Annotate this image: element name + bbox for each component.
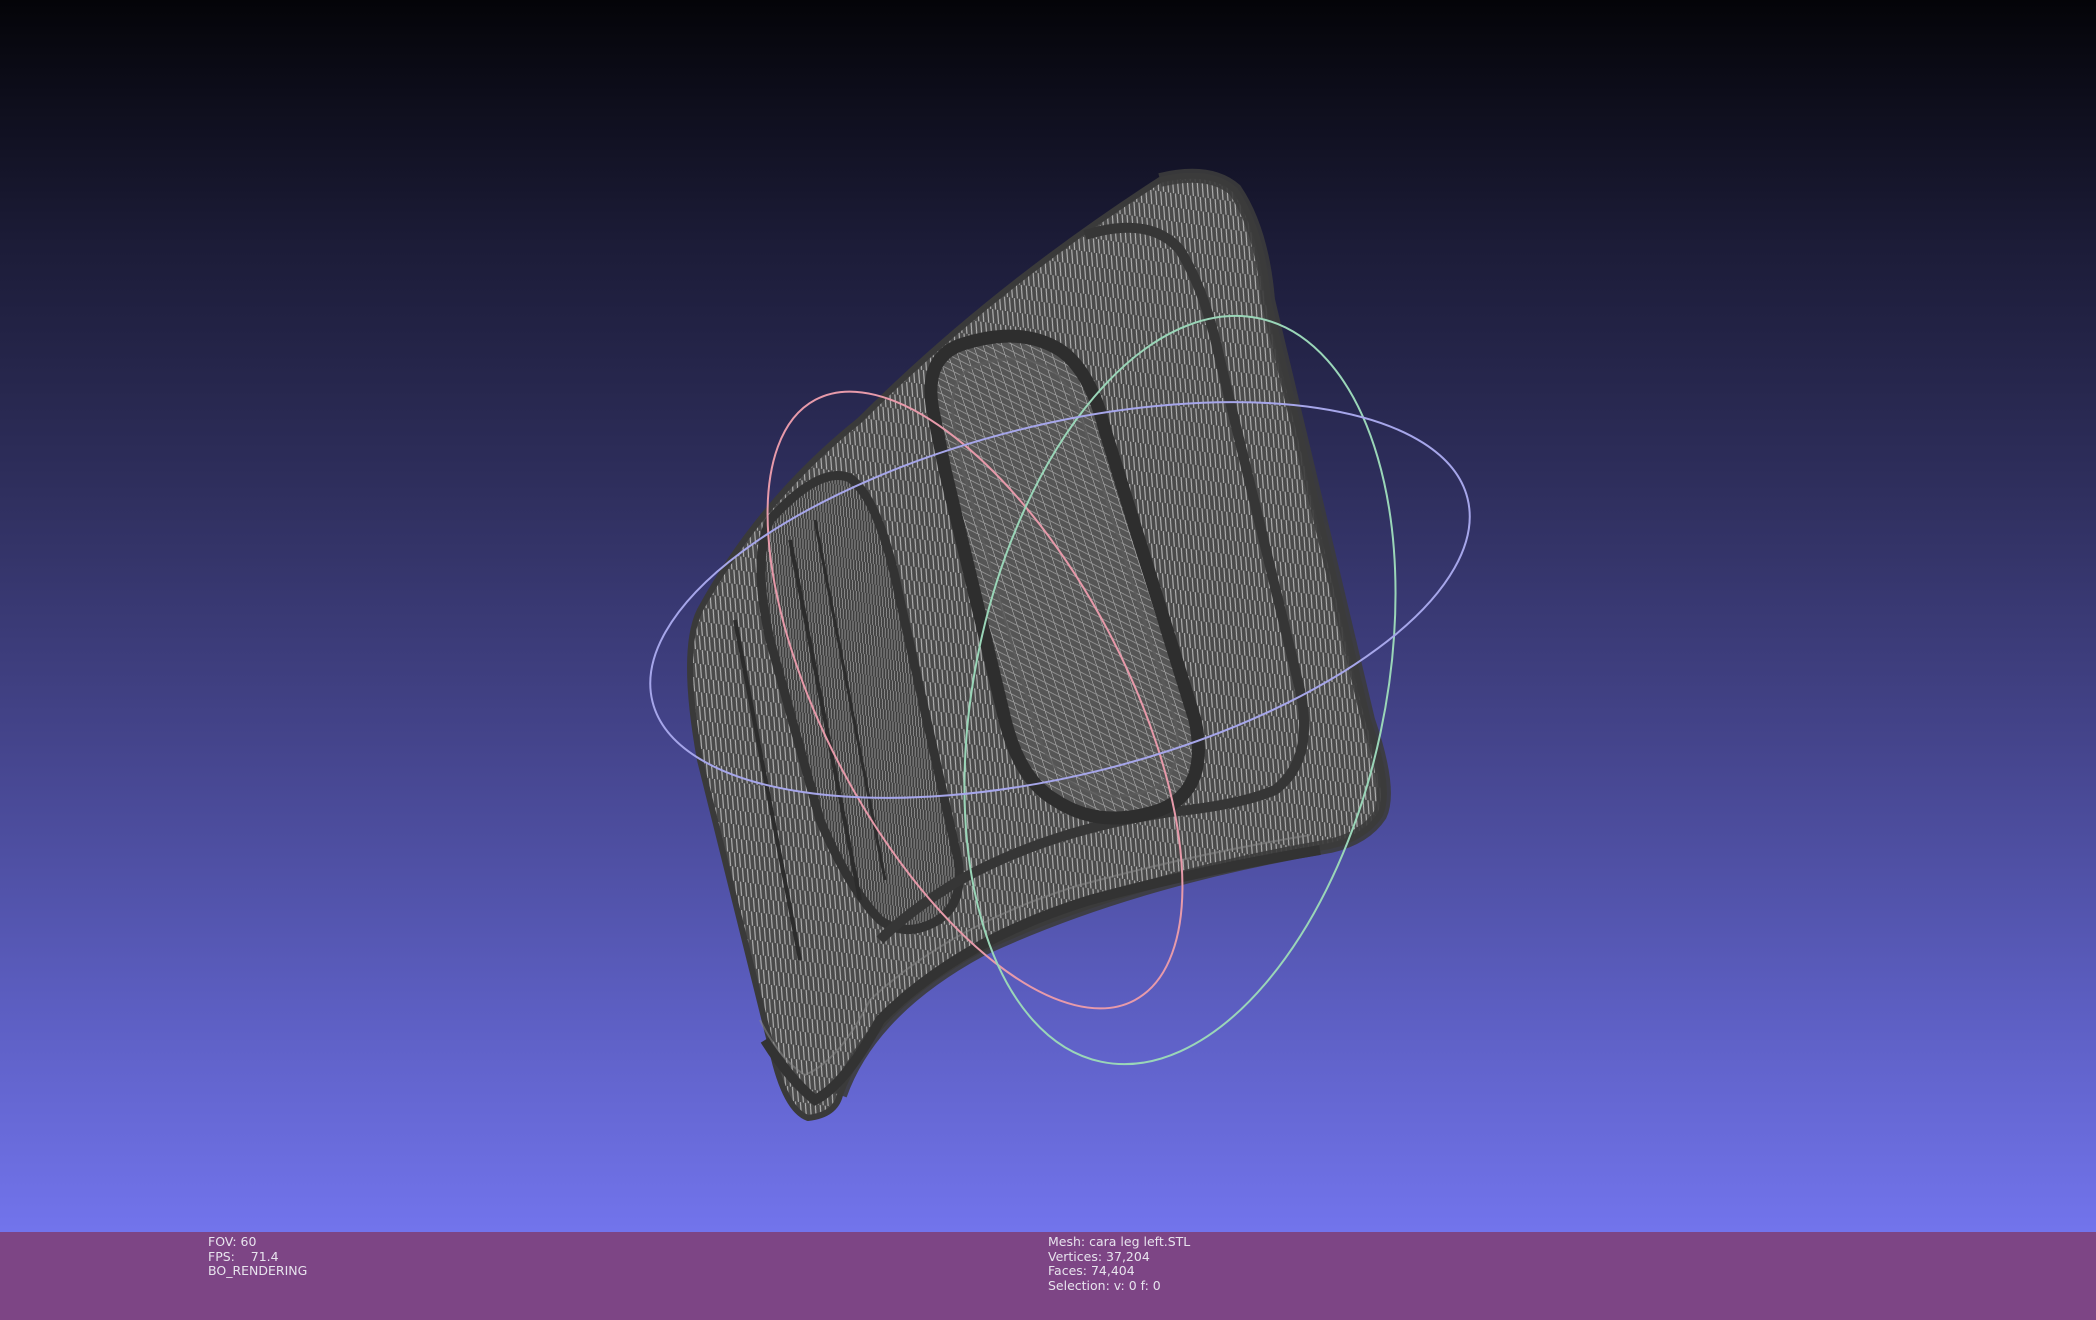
- mesh-shell: [687, 168, 1391, 1122]
- 3d-viewport[interactable]: [0, 0, 2096, 1232]
- fps-label: FPS: 71.4: [208, 1248, 279, 1264]
- render-mode-label: BO_RENDERING: [208, 1263, 308, 1278]
- vertices-label: Vertices: 37,204: [1048, 1248, 1150, 1264]
- faces-label: Faces: 74,404: [1048, 1263, 1135, 1278]
- meshlab-window: FOV: 60 FPS: 71.4 BO_RENDERING Mesh: car…: [0, 0, 2096, 1320]
- fov-label: FOV: 60: [208, 1234, 257, 1249]
- selection-label: Selection: v: 0 f: 0: [1048, 1277, 1161, 1293]
- mesh-info: Mesh: cara leg left.STL Vertices: 37,204…: [1048, 1234, 1191, 1293]
- mesh-name-label: Mesh: cara leg left.STL: [1048, 1234, 1191, 1249]
- status-overlay: FOV: 60 FPS: 71.4 BO_RENDERING Mesh: car…: [0, 1232, 2096, 1320]
- render-info: FOV: 60 FPS: 71.4 BO_RENDERING: [208, 1234, 308, 1279]
- mesh-render[interactable]: [0, 0, 2096, 1232]
